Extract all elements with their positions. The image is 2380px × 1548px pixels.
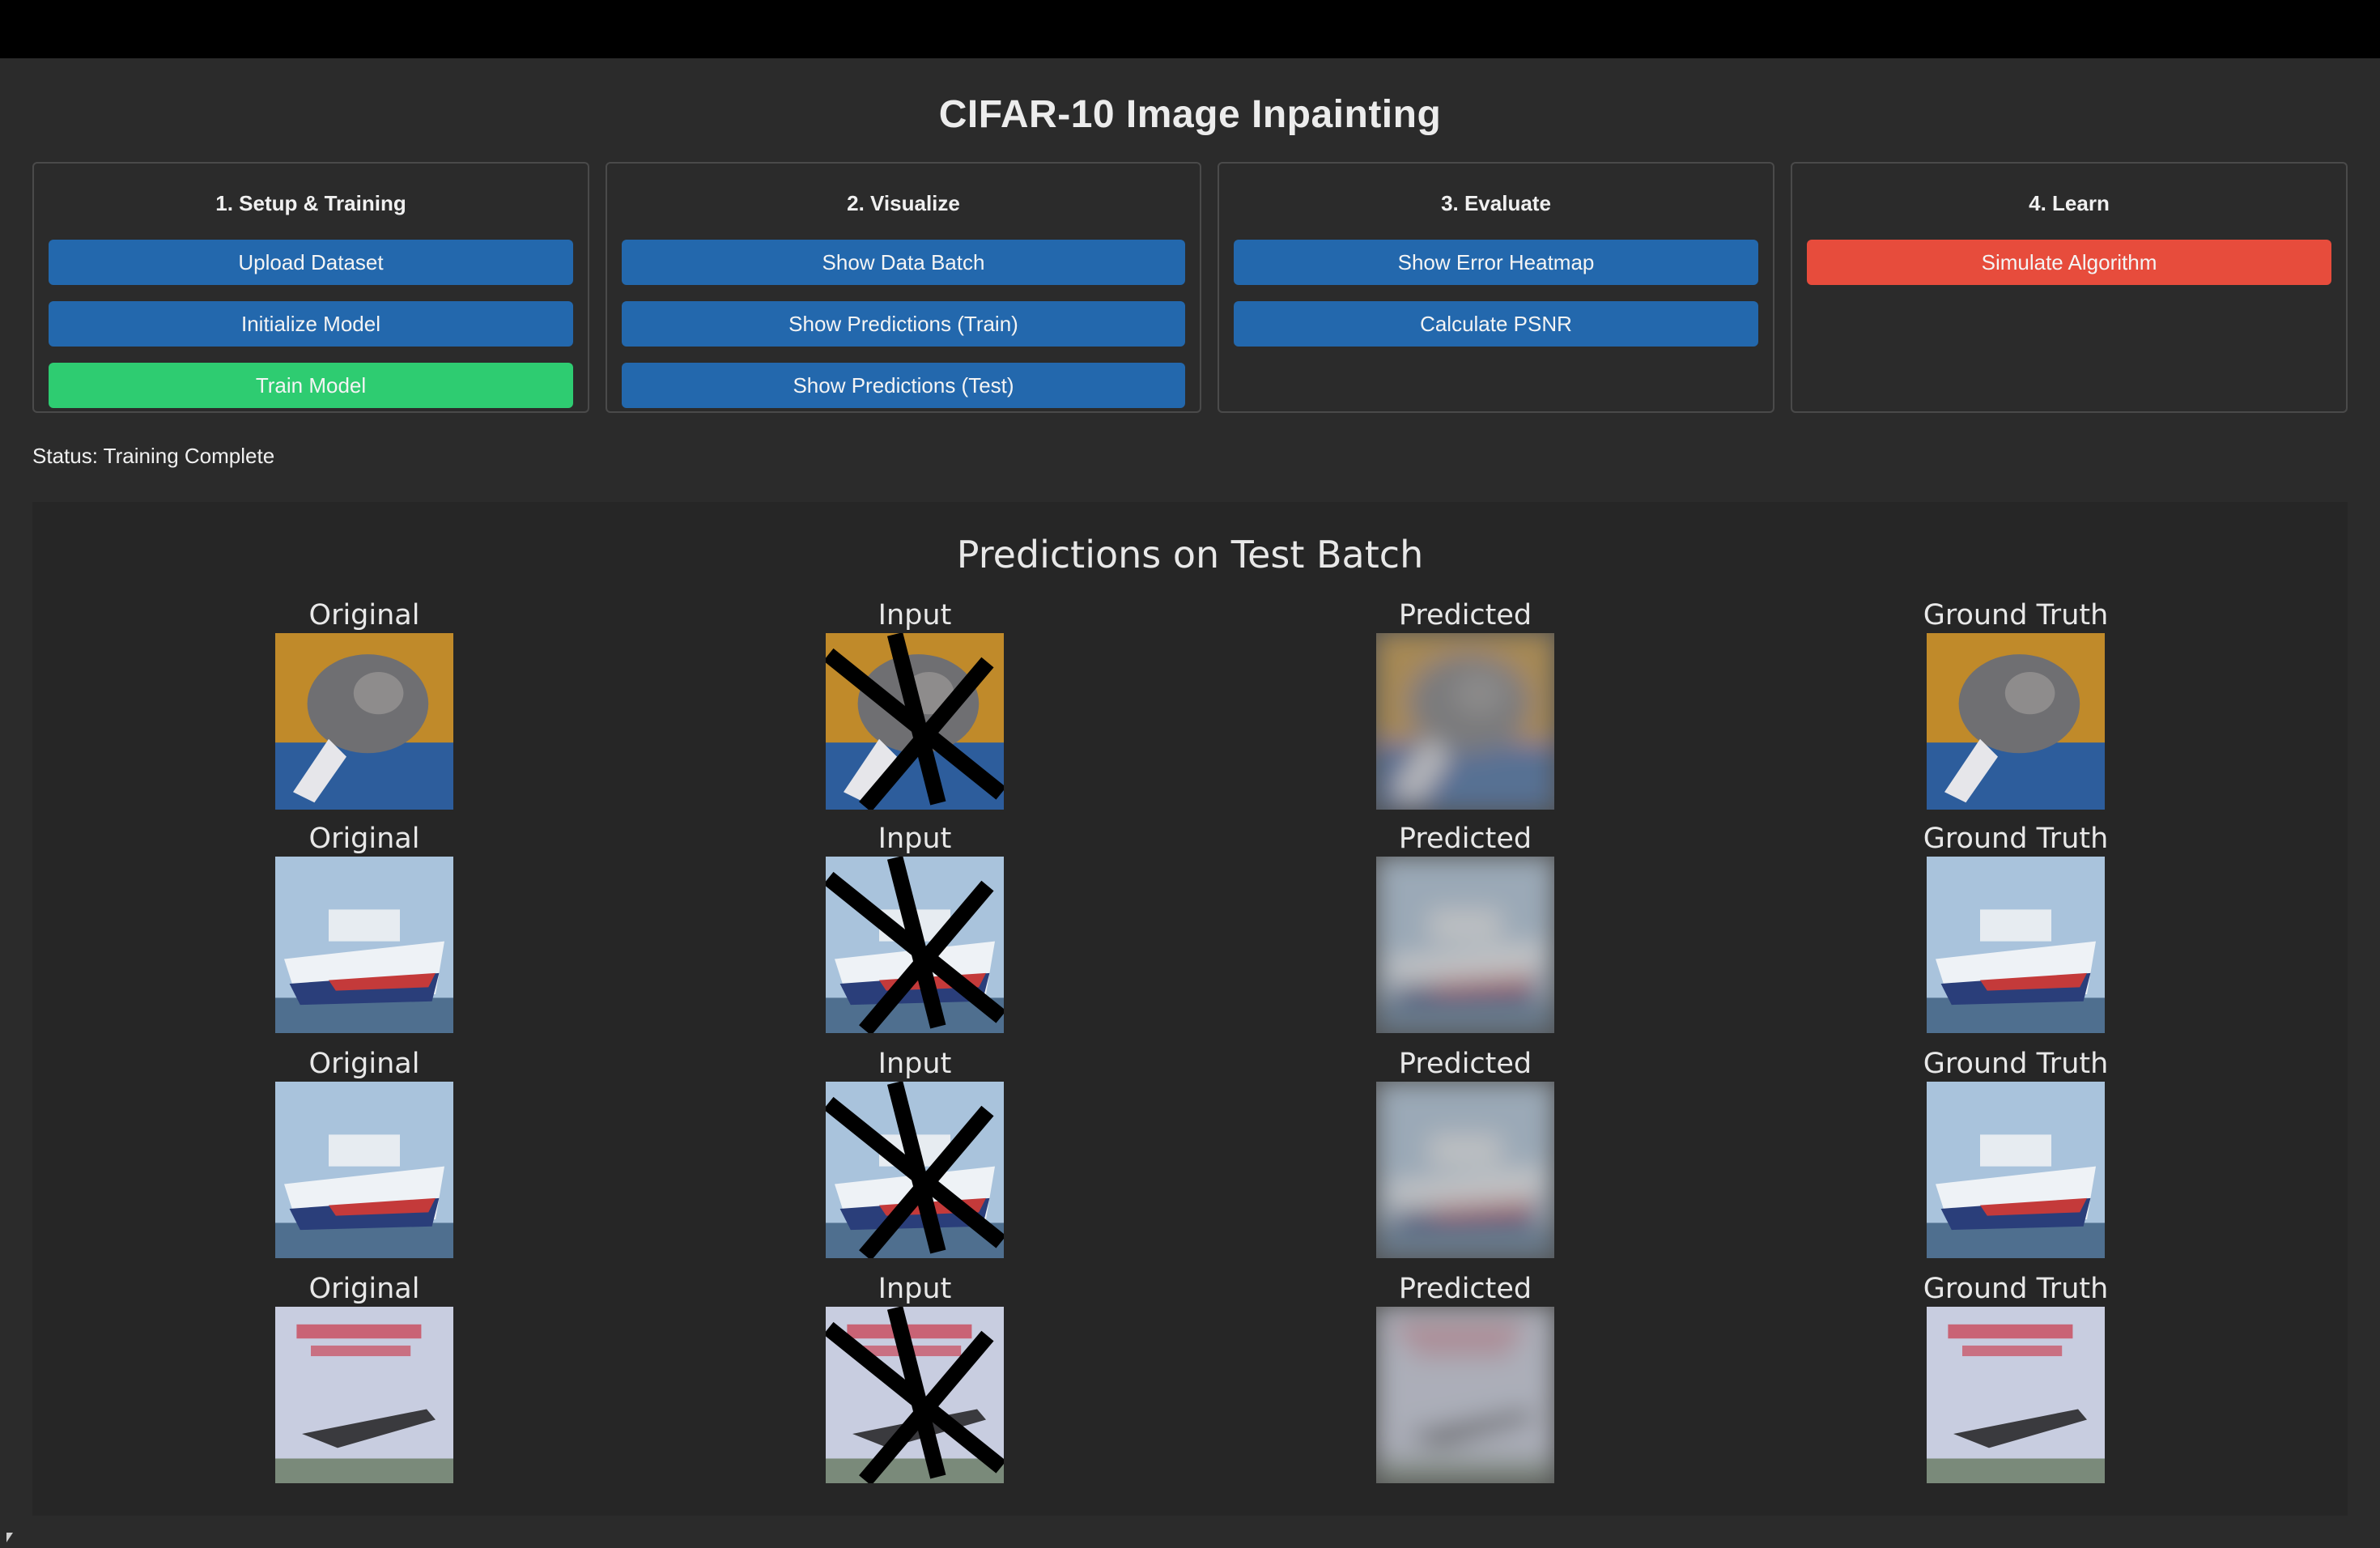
predicted-image [1376, 633, 1554, 810]
cell-label: Input [878, 823, 952, 855]
grid-cell-original: Original [243, 1048, 486, 1273]
cell-label: Predicted [1398, 823, 1532, 855]
cell-label: Original [308, 1048, 420, 1080]
panel-setup-training: 1. Setup & Training Upload Dataset Initi… [32, 162, 589, 413]
grid-cell-predicted: Predicted [1344, 599, 1587, 824]
cell-label: Input [878, 599, 952, 632]
upload-dataset-button[interactable]: Upload Dataset [49, 240, 573, 285]
cell-label: Input [878, 1273, 952, 1305]
predicted-image [1376, 1082, 1554, 1258]
cell-label: Original [308, 1273, 420, 1305]
simulate-algorithm-button[interactable]: Simulate Algorithm [1807, 240, 2331, 285]
cell-label: Input [878, 1048, 952, 1080]
input-image [826, 1082, 1004, 1258]
status-text: Status: Training Complete [32, 444, 275, 468]
grid-cell-ground-truth: Ground Truth [1894, 1048, 2137, 1273]
predicted-image [1376, 1307, 1554, 1483]
mouse-cursor-icon [6, 1533, 13, 1542]
cell-label: Predicted [1398, 1273, 1532, 1305]
panel-visualize: 2. Visualize Show Data Batch Show Predic… [606, 162, 1201, 413]
input-image [826, 857, 1004, 1033]
panel-evaluate: 3. Evaluate Show Error Heatmap Calculate… [1218, 162, 1774, 413]
panel-title: 3. Evaluate [1441, 191, 1551, 215]
grid-cell-ground-truth: Ground Truth [1894, 1273, 2137, 1498]
grid-cell-input: Input [793, 1048, 1036, 1273]
page-title: CIFAR-10 Image Inpainting [938, 93, 1442, 136]
panel-title: 4. Learn [2029, 191, 2110, 215]
show-error-heatmap-button[interactable]: Show Error Heatmap [1234, 240, 1758, 285]
panel-title: 1. Setup & Training [215, 191, 406, 215]
train-model-button[interactable]: Train Model [49, 363, 573, 408]
cell-label: Predicted [1398, 1048, 1532, 1080]
original-image [275, 1307, 453, 1483]
cell-label: Ground Truth [1923, 823, 2109, 855]
show-predictions-train-button[interactable]: Show Predictions (Train) [622, 301, 1185, 347]
calculate-psnr-button[interactable]: Calculate PSNR [1234, 301, 1758, 347]
grid-cell-predicted: Predicted [1344, 1273, 1587, 1498]
initialize-model-button[interactable]: Initialize Model [49, 301, 573, 347]
grid-cell-ground-truth: Ground Truth [1894, 823, 2137, 1048]
grid-cell-predicted: Predicted [1344, 1048, 1587, 1273]
app-window: CIFAR-10 Image Inpainting 1. Setup & Tra… [0, 58, 2380, 1548]
cell-label: Ground Truth [1923, 599, 2109, 632]
predictions-figure: Predictions on Test Batch Original Input P… [32, 502, 2348, 1516]
cell-label: Ground Truth [1923, 1048, 2109, 1080]
ground-truth-image [1927, 1082, 2105, 1258]
panel-learn: 4. Learn Simulate Algorithm [1791, 162, 2348, 413]
show-data-batch-button[interactable]: Show Data Batch [622, 240, 1185, 285]
grid-cell-original: Original [243, 599, 486, 824]
grid-cell-input: Input [793, 1273, 1036, 1498]
cell-label: Original [308, 823, 420, 855]
panel-title: 2. Visualize [847, 191, 960, 215]
ground-truth-image [1927, 1307, 2105, 1483]
ground-truth-image [1927, 857, 2105, 1033]
grid-cell-original: Original [243, 823, 486, 1048]
window-top-bar [0, 0, 2380, 58]
cell-label: Original [308, 599, 420, 632]
grid-cell-ground-truth: Ground Truth [1894, 599, 2137, 824]
ground-truth-image [1927, 633, 2105, 810]
input-image [826, 1307, 1004, 1483]
original-image [275, 1082, 453, 1258]
figure-title: Predictions on Test Batch [956, 533, 1424, 576]
grid-cell-original: Original [243, 1273, 486, 1498]
grid-cell-input: Input [793, 823, 1036, 1048]
cell-label: Ground Truth [1923, 1273, 2109, 1305]
original-image [275, 857, 453, 1033]
cell-label: Predicted [1398, 599, 1532, 632]
input-image [826, 633, 1004, 810]
grid-cell-input: Input [793, 599, 1036, 824]
grid-cell-predicted: Predicted [1344, 823, 1587, 1048]
show-predictions-test-button[interactable]: Show Predictions (Test) [622, 363, 1185, 408]
predicted-image [1376, 857, 1554, 1033]
original-image [275, 633, 453, 810]
